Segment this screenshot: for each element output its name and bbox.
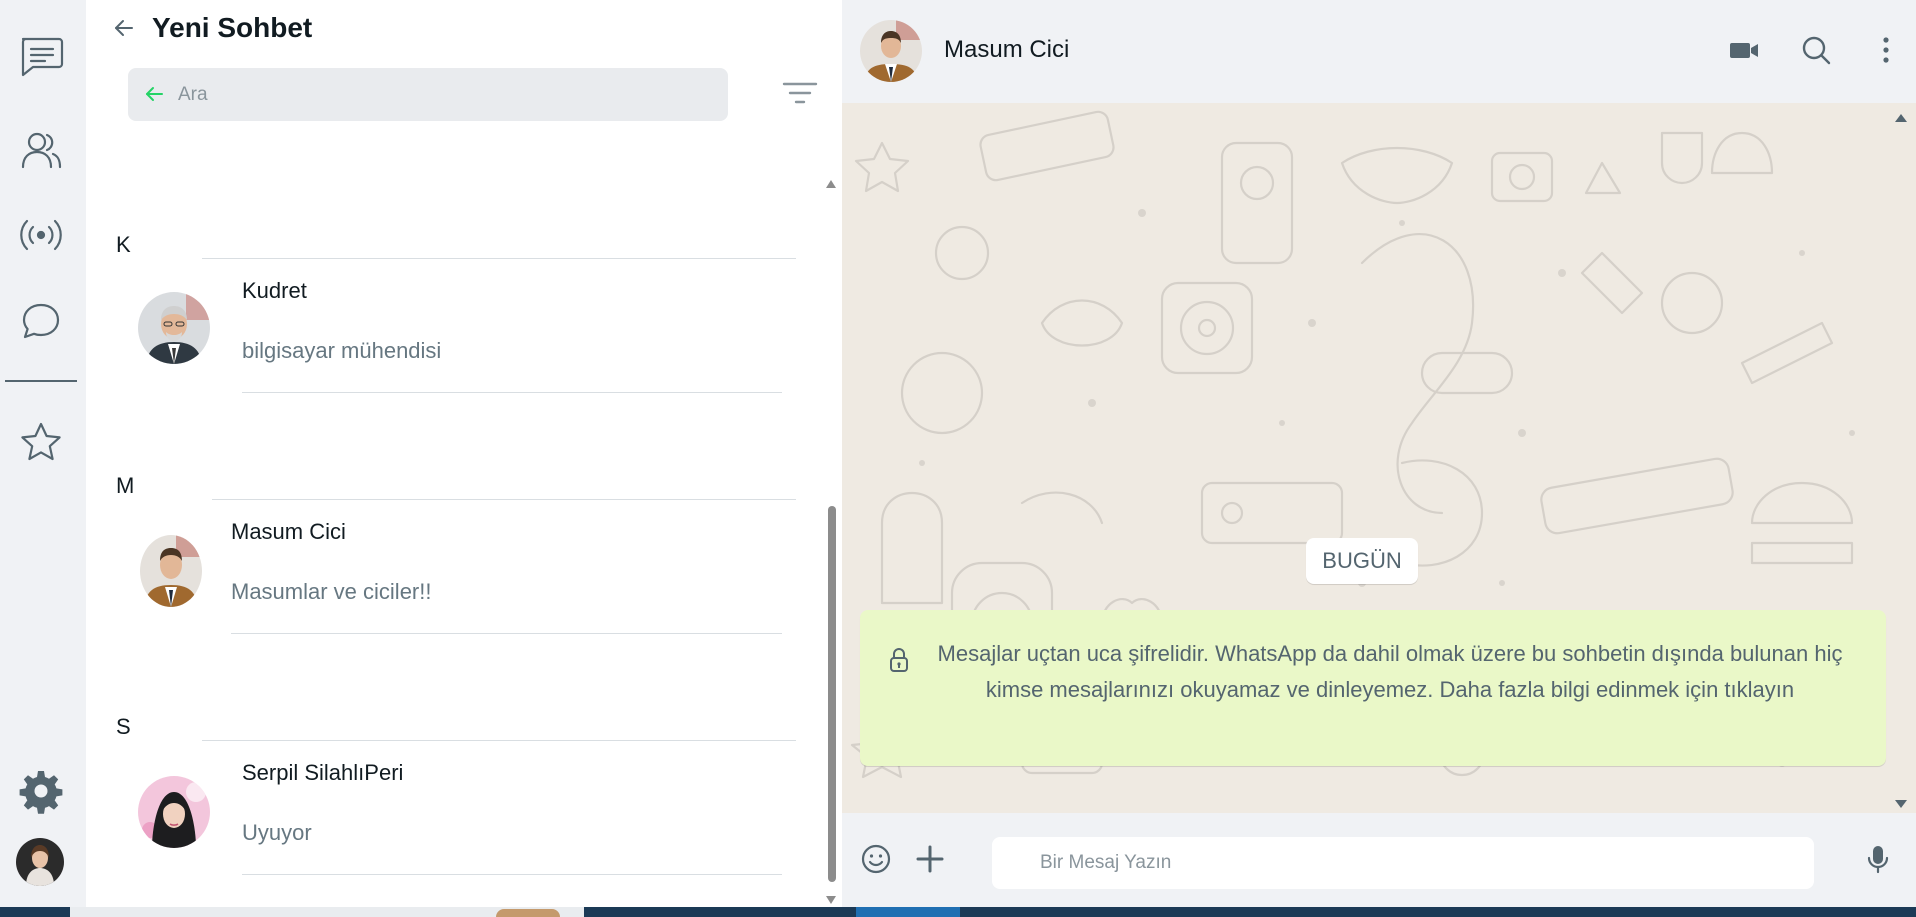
message-input[interactable] <box>992 837 1814 889</box>
contact-item-serpil[interactable]: Serpil SilahlıPeri Uyuyor <box>116 744 796 878</box>
broadcast-icon[interactable] <box>14 208 68 262</box>
encryption-notice-text: Mesajlar uçtan uca şifrelidir. WhatsApp … <box>937 641 1843 702</box>
contact-divider <box>242 392 782 393</box>
menu-dots-icon[interactable] <box>1868 32 1904 68</box>
filter-icon[interactable] <box>780 78 820 110</box>
status-icon[interactable] <box>14 294 68 348</box>
scroll-up-arrow-icon[interactable] <box>825 176 837 188</box>
message-composer <box>842 813 1916 907</box>
starred-icon[interactable] <box>14 416 68 470</box>
avatar <box>138 292 210 364</box>
chats-icon[interactable] <box>14 28 68 82</box>
chat-scroll-down-arrow-icon[interactable] <box>1894 796 1908 808</box>
back-arrow-icon[interactable] <box>110 14 138 42</box>
taskbar-thumbnail[interactable] <box>496 909 560 917</box>
profile-avatar[interactable] <box>16 838 64 886</box>
contacts-icon[interactable] <box>14 124 68 178</box>
panel-header: Yeni Sohbet <box>86 0 842 60</box>
search-icon[interactable] <box>1798 32 1834 68</box>
avatar[interactable] <box>860 20 922 82</box>
contact-item-kudret[interactable]: Kudret bilgisayar mühendisi <box>116 262 796 396</box>
emoji-icon[interactable] <box>858 841 894 877</box>
lock-icon <box>888 646 910 674</box>
taskbar-active-app[interactable] <box>856 907 960 917</box>
search-back-arrow-icon[interactable] <box>142 82 166 106</box>
contact-divider <box>242 874 782 875</box>
chat-pane: Masum Cici BUGÜN Mesajlar uçtan uca şifr… <box>842 0 1916 907</box>
navigation-rail <box>0 0 86 907</box>
scroll-down-arrow-icon[interactable] <box>825 892 837 904</box>
contact-status: Masumlar ve ciciler!! <box>231 579 432 604</box>
section-letter: M <box>116 473 135 498</box>
attach-plus-icon[interactable] <box>912 841 948 877</box>
encryption-notice[interactable]: Mesajlar uçtan uca şifrelidir. WhatsApp … <box>860 610 1886 766</box>
section-letter: S <box>116 714 131 739</box>
contact-name: Serpil SilahlıPeri <box>242 760 404 785</box>
chat-header[interactable]: Masum Cici <box>842 0 1916 103</box>
contact-divider <box>231 633 782 634</box>
rail-divider <box>5 380 77 382</box>
microphone-icon[interactable] <box>1860 841 1896 877</box>
section-divider <box>202 740 796 741</box>
contact-status: bilgisayar mühendisi <box>242 338 442 363</box>
section-divider <box>202 258 796 259</box>
scrollbar-thumb[interactable] <box>828 506 836 882</box>
video-call-icon[interactable] <box>1726 32 1762 68</box>
contact-name: Kudret <box>242 278 307 303</box>
os-taskbar <box>0 907 1916 917</box>
contact-name: Masum Cici <box>231 519 346 544</box>
chat-contact-name[interactable]: Masum Cici <box>944 36 1069 64</box>
new-chat-panel: Yeni Sohbet K Kudret bilgisayar mühendis… <box>86 0 842 907</box>
contact-status: Uyuyor <box>242 820 312 845</box>
chat-scroll-up-arrow-icon[interactable] <box>1894 110 1908 122</box>
section-letter: K <box>116 232 131 257</box>
contact-item-masum-cici[interactable]: Masum Cici Masumlar ve ciciler!! <box>116 503 796 637</box>
search-input[interactable] <box>178 68 708 121</box>
date-badge: BUGÜN <box>1306 538 1418 584</box>
avatar <box>140 535 202 607</box>
settings-icon[interactable] <box>14 764 68 818</box>
page-title: Yeni Sohbet <box>152 12 313 43</box>
avatar <box>138 776 210 848</box>
section-divider <box>212 499 796 500</box>
search-box[interactable] <box>128 68 728 121</box>
